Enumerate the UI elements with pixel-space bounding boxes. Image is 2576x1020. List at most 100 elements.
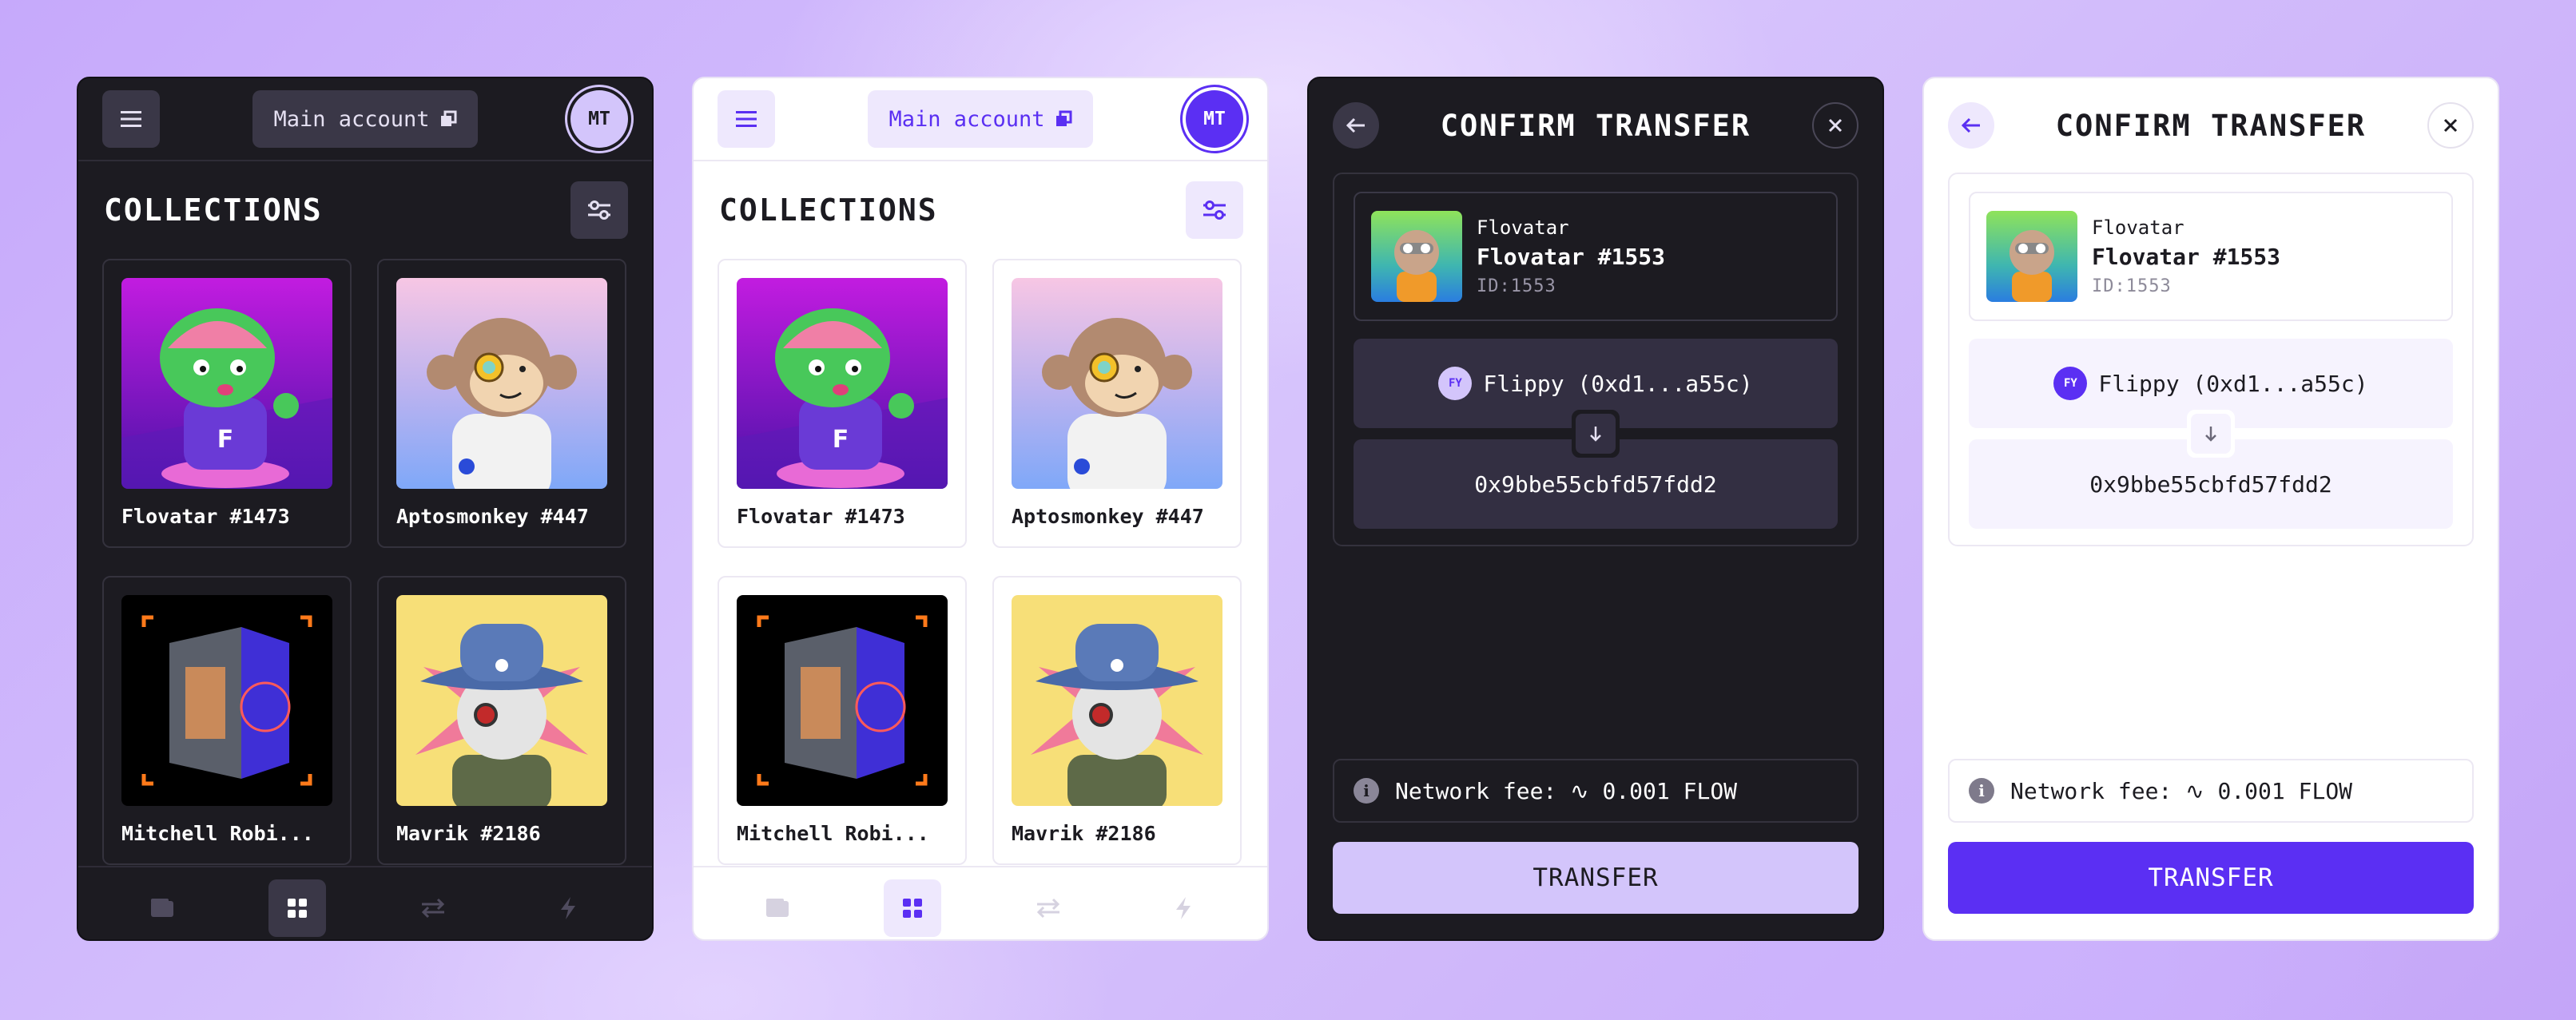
tab-activity[interactable] bbox=[539, 879, 597, 937]
filter-button[interactable] bbox=[570, 181, 628, 239]
bolt-icon bbox=[1176, 897, 1191, 919]
account-switcher[interactable]: Main account bbox=[868, 90, 1093, 148]
collections-screen-dark: Main account MT COLLECTIONS F Flovatar #… bbox=[77, 77, 654, 941]
nft-card[interactable]: Mitchell Robi... bbox=[102, 576, 352, 865]
direction-indicator bbox=[1572, 410, 1620, 458]
arrow-down-icon bbox=[2205, 427, 2216, 442]
nft-card[interactable]: Mavrik #2186 bbox=[992, 576, 1242, 865]
nft-image-mitchell bbox=[737, 595, 948, 806]
tab-transfer[interactable] bbox=[404, 879, 462, 937]
menu-button[interactable] bbox=[718, 90, 775, 148]
close-button[interactable] bbox=[2427, 102, 2474, 149]
arrow-left-icon bbox=[1346, 117, 1365, 133]
menu-button[interactable] bbox=[102, 90, 160, 148]
recipient-label: 0x9bbe55cbfd57fdd2 bbox=[1474, 470, 1717, 498]
tab-transfer[interactable] bbox=[1020, 879, 1077, 937]
arrow-down-icon bbox=[1590, 427, 1601, 442]
nft-summary: Flovatar Flovatar #1553 ID:1553 bbox=[1969, 192, 2453, 321]
page-title: CONFIRM TRANSFER bbox=[1440, 108, 1751, 143]
nft-card[interactable]: F Flovatar #1473 bbox=[718, 259, 967, 548]
back-button[interactable] bbox=[1948, 102, 1994, 149]
bottom-nav bbox=[78, 866, 652, 939]
nft-name: Mavrik #2186 bbox=[1012, 822, 1156, 845]
close-icon bbox=[2443, 118, 2458, 133]
confirm-transfer-screen-dark: CONFIRM TRANSFER Flovatar Flovatar #1553… bbox=[1307, 77, 1884, 941]
tab-wallet[interactable] bbox=[749, 879, 806, 937]
close-button[interactable] bbox=[1811, 102, 1858, 149]
account-label: Main account bbox=[273, 106, 430, 132]
direction-indicator bbox=[2187, 410, 2235, 458]
nft-id: ID:1553 bbox=[2092, 276, 2172, 296]
transfer-summary: Flovatar Flovatar #1553 ID:1553 FY Flipp… bbox=[1948, 173, 2474, 546]
nft-image-flovatar: F bbox=[737, 278, 948, 489]
info-icon: i bbox=[1354, 778, 1379, 804]
filter-button[interactable] bbox=[1186, 181, 1243, 239]
network-fee: i Network fee: ∿ 0.001 FLOW bbox=[1948, 759, 2474, 823]
sender-label: Flippy (0xd1...a55c) bbox=[1483, 370, 1753, 397]
account-label: Main account bbox=[888, 106, 1045, 132]
transfer-icon bbox=[1036, 898, 1059, 919]
hamburger-icon bbox=[736, 111, 757, 127]
bottom-nav bbox=[694, 866, 1267, 939]
tab-activity[interactable] bbox=[1155, 879, 1212, 937]
sender-avatar: FY bbox=[1438, 367, 1473, 400]
tab-wallet[interactable] bbox=[133, 879, 191, 937]
nft-card[interactable]: Aptosmonkey #447 bbox=[377, 259, 626, 548]
top-bar: CONFIRM TRANSFER bbox=[1924, 78, 2498, 173]
nft-card[interactable]: Aptosmonkey #447 bbox=[992, 259, 1242, 548]
nft-grid: F Flovatar #1473 Aptosmonkey #447 Mitche… bbox=[78, 259, 652, 866]
close-icon bbox=[1828, 118, 1843, 133]
nft-name: Aptosmonkey #447 bbox=[1012, 505, 1204, 528]
nft-name: Mitchell Robi... bbox=[737, 822, 929, 845]
nft-grid: F Flovatar #1473 Aptosmonkey #447 Mitche… bbox=[694, 259, 1267, 866]
fee-label: Network fee: ∿ 0.001 FLOW bbox=[2010, 777, 2353, 804]
page-title: COLLECTIONS bbox=[104, 192, 323, 228]
nft-collection: Flovatar bbox=[2092, 216, 2184, 239]
account-switcher[interactable]: Main account bbox=[252, 90, 478, 148]
top-bar: Main account MT bbox=[78, 78, 652, 161]
avatar[interactable]: MT bbox=[1185, 90, 1243, 148]
svg-text:F: F bbox=[217, 426, 234, 454]
tab-collections[interactable] bbox=[884, 879, 942, 937]
nft-name: Mavrik #2186 bbox=[396, 822, 541, 845]
info-icon: i bbox=[1969, 778, 1994, 804]
back-button[interactable] bbox=[1333, 102, 1379, 149]
copy-icon bbox=[440, 110, 457, 126]
fee-label: Network fee: ∿ 0.001 FLOW bbox=[1395, 777, 1738, 804]
avatar[interactable]: MT bbox=[570, 90, 628, 148]
arrow-left-icon bbox=[1961, 117, 1980, 133]
nft-id: ID:1553 bbox=[1477, 276, 1556, 296]
transfer-icon bbox=[421, 898, 444, 919]
recipient-label: 0x9bbe55cbfd57fdd2 bbox=[2089, 470, 2332, 498]
nft-image-aptosmonkey bbox=[396, 278, 607, 489]
grid-icon bbox=[288, 899, 308, 918]
nft-name: Mitchell Robi... bbox=[121, 822, 314, 845]
nft-image-aptosmonkey bbox=[1012, 278, 1222, 489]
sliders-icon bbox=[588, 200, 610, 220]
nft-image-mavrik bbox=[396, 595, 607, 806]
nft-card[interactable]: F Flovatar #1473 bbox=[102, 259, 352, 548]
nft-name: Flovatar #1473 bbox=[737, 505, 905, 528]
nft-image-mitchell bbox=[121, 595, 332, 806]
nft-thumbnail bbox=[1371, 211, 1462, 302]
top-bar: CONFIRM TRANSFER bbox=[1309, 78, 1882, 173]
nft-name: Flovatar #1553 bbox=[1477, 244, 1666, 270]
nft-summary: Flovatar Flovatar #1553 ID:1553 bbox=[1354, 192, 1838, 321]
nft-name: Aptosmonkey #447 bbox=[396, 505, 589, 528]
transfer-summary: Flovatar Flovatar #1553 ID:1553 FY Flipp… bbox=[1333, 173, 1858, 546]
wallet-icon bbox=[765, 899, 789, 917]
nft-collection: Flovatar bbox=[1477, 216, 1569, 239]
top-bar: Main account MT bbox=[694, 78, 1267, 161]
tab-collections[interactable] bbox=[268, 879, 327, 937]
transfer-button[interactable]: TRANSFER bbox=[1948, 842, 2474, 914]
hamburger-icon bbox=[121, 111, 141, 127]
wallet-icon bbox=[150, 899, 173, 917]
nft-card[interactable]: Mitchell Robi... bbox=[718, 576, 967, 865]
page-title: CONFIRM TRANSFER bbox=[2055, 108, 2367, 143]
nft-card[interactable]: Mavrik #2186 bbox=[377, 576, 626, 865]
transfer-button[interactable]: TRANSFER bbox=[1333, 842, 1858, 914]
nft-image-mavrik bbox=[1012, 595, 1222, 806]
page-title: COLLECTIONS bbox=[719, 192, 938, 228]
sliders-icon bbox=[1203, 200, 1226, 220]
sender-label: Flippy (0xd1...a55c) bbox=[2098, 370, 2368, 397]
